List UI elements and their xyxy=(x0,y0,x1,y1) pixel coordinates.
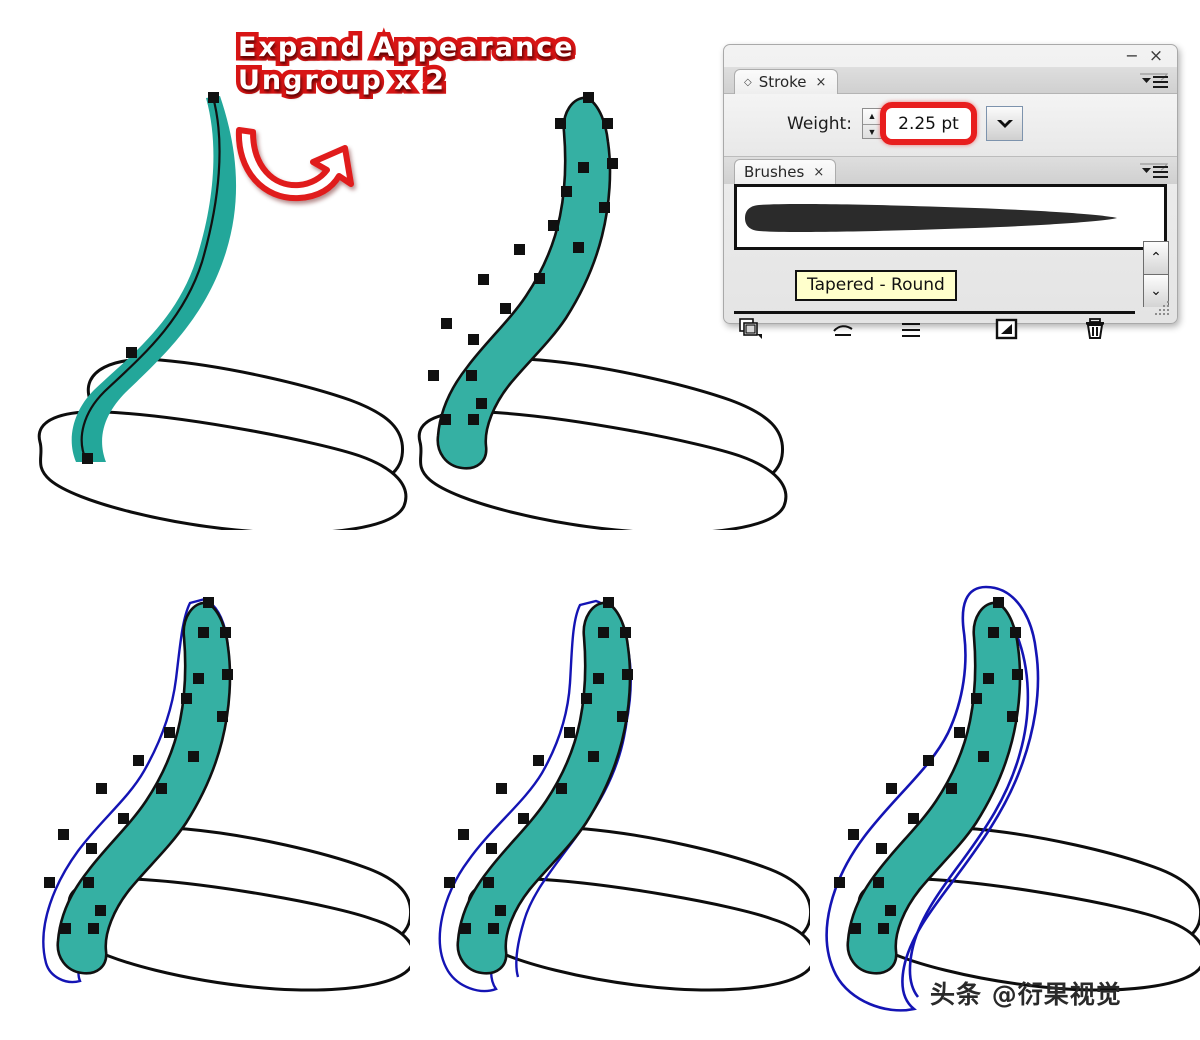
delete-brush-icon[interactable] xyxy=(1078,316,1112,342)
annotation-line-1: Expand Appearance Expand Appearance xyxy=(234,28,578,68)
tab-brushes-label: Brushes xyxy=(744,163,805,181)
minimize-button[interactable]: − xyxy=(1123,48,1141,65)
weight-highlight-box xyxy=(880,102,977,145)
illustration-step-4 xyxy=(438,597,810,993)
weight-stepper[interactable]: ▲ ▼ xyxy=(862,108,882,139)
anchor-point[interactable] xyxy=(126,347,137,358)
brushes-tab-row: Brushes × xyxy=(724,157,1177,184)
illustration-step-5 xyxy=(825,585,1200,1012)
illustration-step-1 xyxy=(37,92,408,530)
illustration-step-3 xyxy=(42,597,410,992)
brushes-footer-toolbar xyxy=(734,313,1167,345)
stroke-tab-row: ◇ Stroke × xyxy=(724,67,1177,94)
diamond-icon: ◇ xyxy=(744,76,752,88)
brushes-scrollbar[interactable]: ⌃ ⌄ xyxy=(1143,241,1169,307)
weight-field-wrapper: 2.25 pt xyxy=(880,102,977,145)
panel-titlebar: − × xyxy=(724,45,1177,67)
anchor-point[interactable] xyxy=(82,453,93,464)
stroke-panel-body: Weight: ▲ ▼ 2.25 pt xyxy=(724,94,1177,157)
new-brush-icon[interactable] xyxy=(990,316,1024,342)
remove-brush-stroke-icon[interactable] xyxy=(826,316,860,342)
tapered-round-brush-swatch[interactable] xyxy=(745,199,1120,235)
tab-stroke-label: Stroke xyxy=(758,73,807,91)
weight-stepper-down[interactable]: ▼ xyxy=(863,125,881,140)
tab-brushes-close-icon[interactable]: × xyxy=(813,165,824,180)
brushes-scroll-up-button[interactable]: ⌃ xyxy=(1144,242,1168,275)
weight-stepper-up[interactable]: ▲ xyxy=(863,109,881,125)
brush-libraries-icon[interactable] xyxy=(734,316,768,342)
brush-tooltip: Tapered - Round xyxy=(795,270,957,301)
tab-stroke-close-icon[interactable]: × xyxy=(816,75,827,90)
brushes-list[interactable] xyxy=(734,184,1167,250)
panel-menu-icon[interactable] xyxy=(1139,71,1169,89)
weight-label: Weight: xyxy=(787,114,852,134)
tab-brushes[interactable]: Brushes × xyxy=(734,159,837,184)
brushes-panel-menu-icon[interactable] xyxy=(1139,161,1169,179)
watermark: 头条 @衍果视觉 xyxy=(930,980,1122,1009)
resize-grip-icon[interactable] xyxy=(1153,299,1171,317)
anchor-point[interactable] xyxy=(208,92,219,103)
chevron-down-icon xyxy=(996,119,1013,128)
tab-stroke[interactable]: ◇ Stroke × xyxy=(734,69,839,94)
annotation-line-1-fill: Expand Appearance xyxy=(238,32,575,63)
close-icon[interactable]: × xyxy=(1147,48,1165,65)
weight-dropdown-button[interactable] xyxy=(986,106,1023,141)
options-of-selected-object-icon[interactable] xyxy=(894,316,928,342)
